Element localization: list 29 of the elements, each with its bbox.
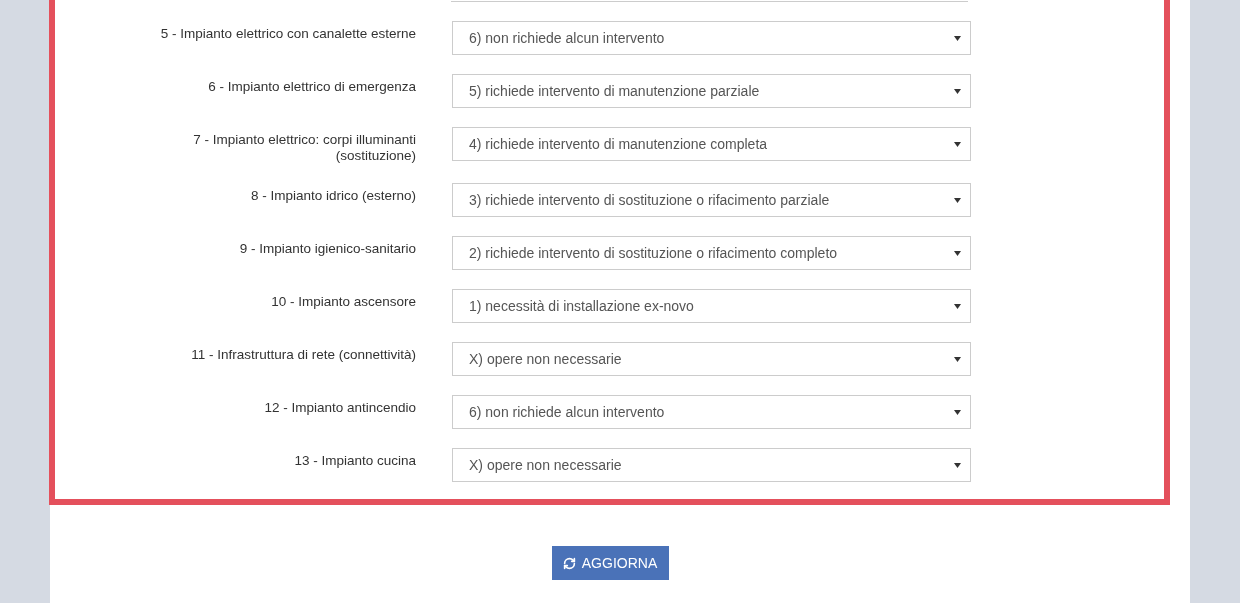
update-button[interactable]: AGGIORNA xyxy=(551,546,669,580)
caret-icon xyxy=(954,303,961,309)
field-label: 8 - Impianto idrico (esterno) xyxy=(249,187,416,205)
caret-icon xyxy=(954,197,961,203)
field-label: 12 - Impianto antincendio xyxy=(263,399,416,417)
caret-icon xyxy=(954,409,961,415)
caret-icon xyxy=(954,141,961,147)
caret-icon xyxy=(954,88,961,94)
dropdown-field[interactable]: 6) non richiede alcun intervento xyxy=(452,395,971,429)
field-label: 10 - Impianto ascensore xyxy=(270,293,416,311)
dropdown-field[interactable]: 3) richiede intervento di sostituzione o rifacimento parziale xyxy=(452,183,971,217)
dropdown-field[interactable]: 4) richiede intervento di manutenzione completa xyxy=(452,127,971,161)
caret-icon xyxy=(954,356,961,362)
dropdown-field[interactable]: 5) richiede intervento di manutenzione parziale xyxy=(452,74,971,108)
caret-icon xyxy=(954,462,961,468)
field-label: 9 - Impianto igienico-sanitario xyxy=(238,240,416,258)
field-label: 7 - Impianto elettrico: corpi illuminanti (sostituzione) xyxy=(192,131,416,164)
field-label: 6 - Impianto elettrico di emergenza xyxy=(207,78,416,96)
field-label: 5 - Impianto elettrico con canalette esterne xyxy=(159,25,416,43)
dropdown-field[interactable]: X) opere non necessarie xyxy=(452,342,971,376)
dropdown-field[interactable]: 1) necessità di installazione ex-novo xyxy=(452,289,971,323)
caret-icon xyxy=(954,35,961,41)
dropdown-field[interactable]: 6) non richiede alcun intervento xyxy=(452,21,971,55)
dropdown-field[interactable]: 2) richiede intervento di sostituzione o rifacimento completo xyxy=(452,236,971,270)
caret-icon xyxy=(954,250,961,256)
refresh-icon xyxy=(562,556,576,570)
field-label: 13 - Impianto cucina xyxy=(293,452,416,470)
dropdown-field[interactable]: X) opere non necessarie xyxy=(452,448,971,482)
field-label: 11 - Infrastruttura di rete (connettività) xyxy=(190,346,416,364)
